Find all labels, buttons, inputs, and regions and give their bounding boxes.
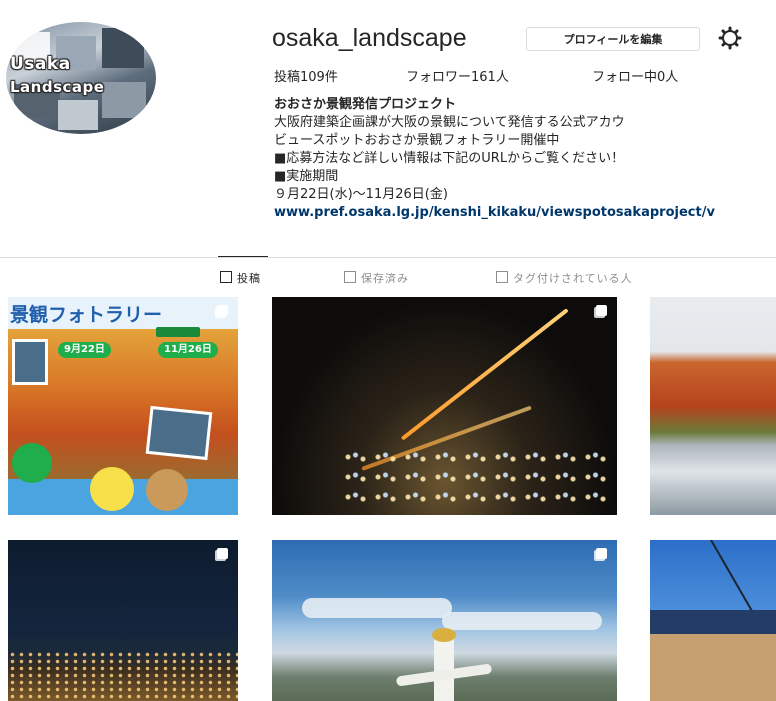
posts-count: 投稿109件 [274, 70, 338, 85]
poster-title: 景観フォトラリー [10, 304, 163, 326]
bio-line: 大阪府建築企画課が大阪の景観について発信する公式アカウ [274, 115, 625, 130]
poster-badge [156, 327, 200, 337]
tabs-divider [0, 257, 776, 258]
bio-line: ■応募方法など詳しい情報は下記のURLからご覧ください！ [274, 151, 625, 166]
tab-saved[interactable]: 保存済み [344, 270, 409, 286]
city-lights [342, 447, 612, 507]
tag-icon [496, 271, 508, 283]
bio-line: ■実施期間 [274, 169, 339, 184]
active-tab-indicator [218, 256, 268, 257]
multiple-posts-icon [217, 548, 228, 559]
bookmark-icon [344, 271, 356, 283]
post-thumbnail[interactable]: 景観フォトラリー 9月22日 11月26日 [8, 297, 238, 515]
edit-profile-button[interactable]: プロフィールを編集 [526, 27, 700, 51]
multiple-posts-icon [217, 305, 228, 316]
bio-line: ビュースポットおおさか景観フォトラリー開催中 [274, 133, 560, 148]
avatar-logo-text: Usaka [10, 54, 71, 74]
poster-photo [12, 339, 48, 385]
poster-end-date: 11月26日 [158, 342, 218, 358]
grid-icon [220, 271, 232, 283]
post-thumbnail[interactable] [8, 540, 238, 701]
following-count[interactable]: フォロー中0人 [592, 66, 678, 85]
post-thumbnail[interactable] [650, 297, 776, 515]
poster-circle [90, 467, 134, 511]
avatar-tile [102, 28, 144, 68]
poster-circle [12, 443, 52, 483]
profile-avatar[interactable]: Usaka Landscape [6, 22, 156, 134]
tab-posts[interactable]: 投稿 [220, 270, 261, 286]
tab-tagged[interactable]: タグ付けされている人 [496, 270, 633, 286]
followers-count[interactable]: フォロワー161人 [406, 66, 509, 85]
profile-username: osaka_landscape [272, 24, 467, 52]
power-line [710, 540, 757, 619]
avatar-tile [58, 100, 98, 130]
bio-link[interactable]: www.pref.osaka.lg.jp/kenshi_kikaku/views… [274, 204, 776, 222]
house-roof [650, 610, 776, 634]
cloud [442, 612, 602, 630]
tower-face [432, 628, 456, 642]
post-thumbnail[interactable] [272, 297, 617, 515]
gear-icon[interactable] [718, 26, 742, 50]
multiple-posts-icon [596, 548, 607, 559]
multiple-posts-icon [596, 305, 607, 316]
poster-mascot [146, 469, 188, 511]
poster-start-date: 9月22日 [58, 342, 111, 358]
bio-line: ９月22日(水)～11月26日(金) [274, 187, 448, 202]
avatar-tile [102, 82, 146, 118]
tower-of-sun [434, 632, 454, 701]
bridge-light-trail [400, 308, 569, 441]
tab-tagged-label: タグ付けされている人 [513, 272, 633, 285]
profile-bio: おおさか景観発信プロジェクト 大阪府建築企画課が大阪の景観について発信する公式ア… [274, 96, 776, 222]
cloud [302, 598, 452, 618]
tab-saved-label: 保存済み [361, 272, 409, 285]
bio-name: おおさか景観発信プロジェクト [274, 97, 457, 112]
poster-photo [145, 405, 213, 461]
house-wall [650, 634, 776, 701]
post-thumbnail[interactable] [272, 540, 617, 701]
city-lights [8, 651, 238, 701]
post-thumbnail[interactable] [650, 540, 776, 701]
tab-posts-label: 投稿 [237, 272, 261, 285]
avatar-logo-text: Landscape [10, 78, 105, 96]
